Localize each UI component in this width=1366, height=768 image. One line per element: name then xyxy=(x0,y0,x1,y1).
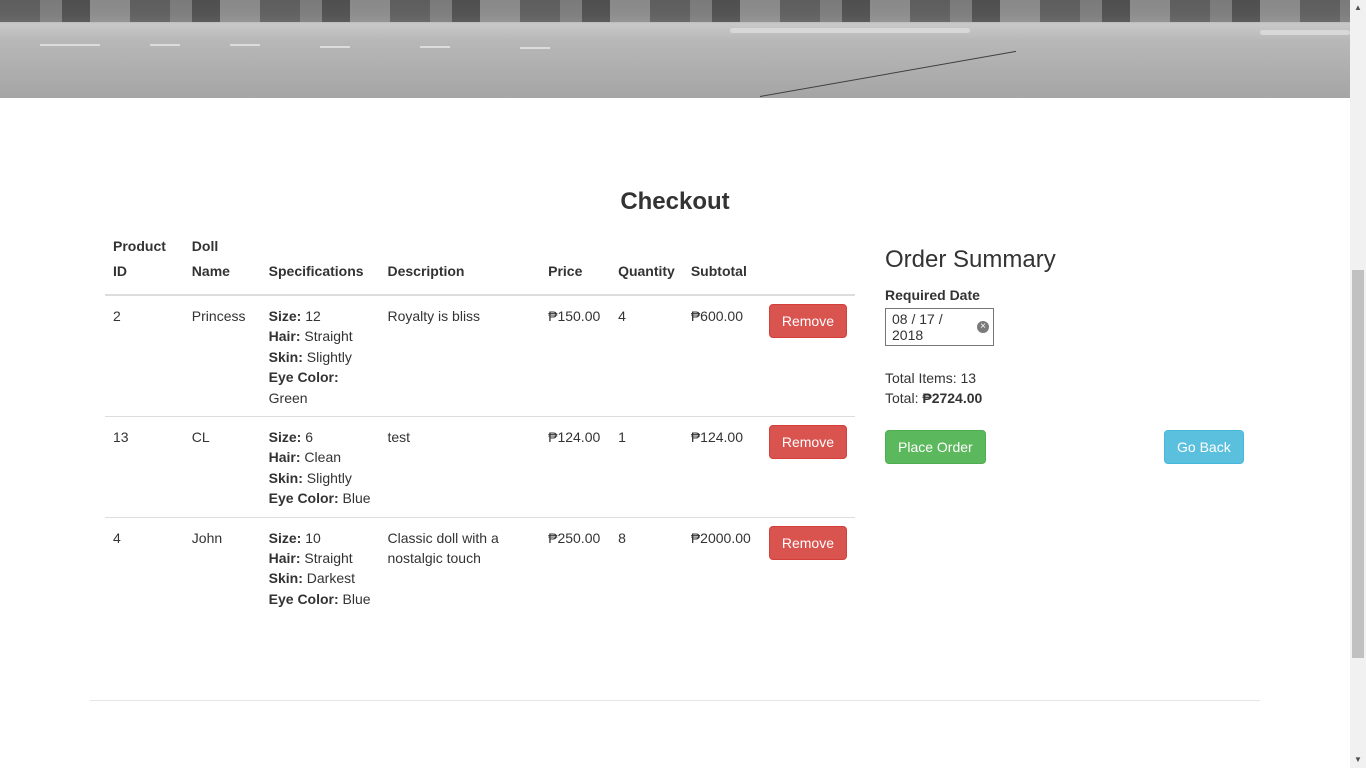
total-items-line: Total Items: 13 xyxy=(885,370,977,386)
cell-description: Classic doll with a nostalgic touch xyxy=(379,516,541,618)
cell-quantity: 1 xyxy=(610,416,683,518)
header-quantity: Quantity xyxy=(610,234,683,296)
spec-hair: Hair: Clean xyxy=(268,449,342,466)
hero-banner-image xyxy=(0,0,1350,98)
cell-product-id: 4 xyxy=(105,516,184,618)
table-row: 2 Princess Size: 12 Hair: Straight Skin:… xyxy=(105,295,855,417)
header-specifications: Specifications xyxy=(260,234,380,296)
cell-product-id: 2 xyxy=(113,308,121,324)
cell-subtotal: ₱124.00 xyxy=(682,416,761,518)
header-price: Price xyxy=(540,234,611,296)
road-marking xyxy=(40,44,100,46)
required-date-label: Required Date xyxy=(885,287,980,303)
remove-button[interactable]: Remove xyxy=(768,425,847,460)
cell-price: ₱250.00 xyxy=(540,516,611,618)
spec-eye-color: Eye Color: Green xyxy=(268,369,339,406)
cell-specifications: Size: 12 Hair: Straight Skin: Slightly E… xyxy=(261,295,380,417)
arrow-down-icon[interactable]: ▼ xyxy=(1350,752,1366,768)
total-price-value: ₱2724.00 xyxy=(922,390,983,406)
road-curb xyxy=(1260,30,1350,35)
table-row: 4 John Size: 10 Hair: Straight Skin: Dar… xyxy=(105,516,855,618)
cell-price: ₱124.00 xyxy=(540,416,611,518)
header-subtotal: Subtotal xyxy=(682,234,761,296)
scrollbar-thumb[interactable] xyxy=(1352,270,1364,658)
clear-circle-icon[interactable]: × xyxy=(977,321,989,333)
page-title: Checkout xyxy=(620,188,730,215)
road-marking xyxy=(520,47,550,49)
cell-subtotal: ₱600.00 xyxy=(690,308,744,324)
footer-divider xyxy=(90,700,1260,701)
order-totals: Total Items: 13 Total: ₱2724.00 xyxy=(885,368,1245,408)
spec-size: Size: 10 xyxy=(268,529,321,546)
road-marking xyxy=(150,44,180,46)
summary-actions: Place Order Go Back xyxy=(885,430,1245,466)
header-doll-name: Doll Name xyxy=(183,234,261,296)
spec-size: Size: 12 xyxy=(268,308,321,324)
header-product-id: Product ID xyxy=(105,234,184,296)
road-curb xyxy=(730,28,970,33)
checkout-table: Product ID Doll Name Specifications Desc… xyxy=(105,234,855,618)
cell-quantity: 8 xyxy=(610,516,683,618)
spec-skin: Skin: Darkest xyxy=(268,570,355,587)
cell-actions: Remove xyxy=(760,516,855,618)
road-crack xyxy=(759,50,1017,97)
vertical-scrollbar[interactable]: ▲ ▼ xyxy=(1350,0,1366,768)
cell-actions: Remove xyxy=(760,416,855,518)
total-items-count: 13 xyxy=(960,370,977,386)
cell-doll-name: Princess xyxy=(191,308,246,324)
remove-button[interactable]: Remove xyxy=(768,525,847,560)
road-marking xyxy=(320,46,350,48)
total-price-line: Total: ₱2724.00 xyxy=(885,390,983,406)
cell-actions: Remove xyxy=(761,295,855,417)
cell-quantity: 4 xyxy=(618,308,626,324)
required-date-input[interactable]: 08 / 17 / 2018 × xyxy=(885,308,994,346)
cell-specifications: Size: 6 Hair: Clean Skin: Slightly Eye C… xyxy=(260,416,380,518)
header-description: Description xyxy=(379,234,541,296)
spec-skin: Skin: Slightly xyxy=(268,469,352,486)
cell-product-id: 13 xyxy=(105,416,184,518)
table-row: 13 CL Size: 6 Hair: Clean Skin: Slightly… xyxy=(105,416,855,518)
road-marking xyxy=(230,44,260,46)
order-summary-heading: Order Summary xyxy=(885,246,1056,273)
table-header-row: Product ID Doll Name Specifications Desc… xyxy=(105,234,855,296)
spec-eye-color: Eye Color: Blue xyxy=(268,590,371,607)
road-marking xyxy=(420,46,450,48)
cell-description: Royalty is bliss xyxy=(387,308,481,324)
required-date-value[interactable]: 08 / 17 / 2018 xyxy=(892,311,977,343)
header-actions xyxy=(760,234,855,296)
go-back-button[interactable]: Go Back xyxy=(1164,430,1244,464)
spec-hair: Hair: Straight xyxy=(268,550,353,567)
cell-price: ₱150.00 xyxy=(548,308,601,324)
hero-wall xyxy=(0,0,1350,22)
remove-button[interactable]: Remove xyxy=(768,304,847,338)
spec-eye-color: Eye Color: Blue xyxy=(268,490,371,507)
cell-description: test xyxy=(379,416,541,518)
cell-specifications: Size: 10 Hair: Straight Skin: Darkest Ey… xyxy=(260,516,380,618)
spec-hair: Hair: Straight xyxy=(268,328,353,345)
cell-doll-name: John xyxy=(183,516,261,618)
order-summary-panel: Order Summary Required Date 08 / 17 / 20… xyxy=(885,240,1245,466)
cell-doll-name: CL xyxy=(183,416,261,518)
cell-subtotal: ₱2000.00 xyxy=(682,516,761,618)
place-order-button[interactable]: Place Order xyxy=(885,430,986,464)
spec-size: Size: 6 xyxy=(268,429,314,446)
spec-skin: Skin: Slightly xyxy=(268,348,352,365)
arrow-up-icon[interactable]: ▲ xyxy=(1350,0,1366,16)
